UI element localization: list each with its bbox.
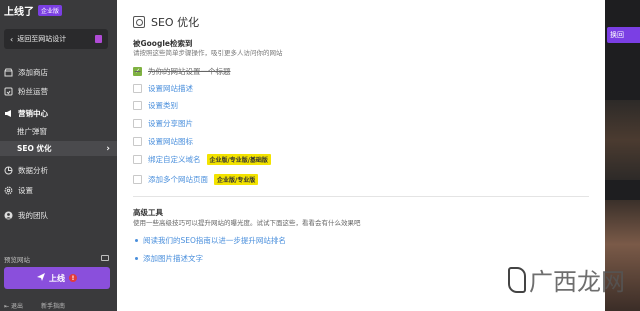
- sidebar-item-add-store[interactable]: 添加商店: [0, 64, 117, 80]
- watermark-text: 广西龙网: [529, 268, 625, 296]
- sidebar: 上线了 企业版 ‹ 返回至网站设计 添加商店 粉丝运营 营销中心 推广弹窗 SE…: [0, 0, 117, 311]
- back-to-design-button[interactable]: ‹ 返回至网站设计: [4, 29, 108, 49]
- send-icon: [37, 273, 45, 283]
- warning-icon: !: [69, 274, 77, 282]
- task-item[interactable]: 设置类别: [133, 99, 178, 111]
- checkbox[interactable]: [133, 154, 142, 164]
- preview-image: [605, 100, 640, 180]
- watermark: 广西龙网: [508, 262, 625, 297]
- task-label: 设置网站图标: [148, 136, 193, 146]
- publish-label: 上线: [49, 273, 65, 283]
- task-item[interactable]: 绑定自定义域名 企业版/专业版/基础版: [133, 153, 271, 165]
- image-alt-text-link[interactable]: 添加图片描述文字: [135, 253, 203, 264]
- seo-guide-link[interactable]: 阅读我们的SEO指南以进一步提升网站排名: [135, 235, 286, 246]
- store-icon: [4, 68, 13, 77]
- plan-badge: 企业版/专业版: [214, 173, 259, 185]
- sidebar-item-marketing[interactable]: 营销中心: [0, 105, 117, 121]
- preview-label: 预览网站: [4, 256, 30, 264]
- task-item[interactable]: ✓ 为你的网站设置一个标题: [133, 65, 231, 77]
- task-item[interactable]: 设置网站描述: [133, 82, 193, 94]
- preview-site-link[interactable]: 预览网站: [4, 254, 30, 264]
- checkbox[interactable]: [133, 118, 142, 128]
- chart-icon: [4, 166, 13, 175]
- bullet-icon: [135, 257, 138, 260]
- section-description: 请按照这些简单步骤操作，吸引更多人访问你的网站: [133, 49, 283, 57]
- back-label: 返回至网站设计: [17, 35, 67, 43]
- sidebar-item-analytics[interactable]: 数据分析: [0, 162, 117, 178]
- link-label: 添加图片描述文字: [143, 254, 203, 263]
- panel-header: SEO 优化: [133, 14, 199, 30]
- logo-text: 上线了: [4, 7, 34, 18]
- advanced-tools-description: 使用一些高级技巧可以提升网站的曝光度。试试下面这些，看看会有什么效果吧: [133, 219, 361, 227]
- checkbox[interactable]: [133, 136, 142, 146]
- sidebar-item-label: 添加商店: [18, 67, 48, 77]
- sidebar-item-label: SEO 优化: [17, 144, 52, 153]
- bullet-icon: [135, 239, 138, 242]
- sidebar-footer: ⇤ 退出 新手指南: [4, 301, 65, 310]
- plan-badge: 企业版/专业版/基础版: [206, 153, 271, 165]
- sidebar-item-label: 粉丝运营: [18, 86, 48, 96]
- checkbox[interactable]: [133, 83, 142, 93]
- task-item[interactable]: 添加多个网站页面 企业版/专业版: [133, 173, 259, 185]
- task-item[interactable]: 设置网站图标: [133, 135, 193, 147]
- watermark-logo-icon: [508, 266, 526, 293]
- sidebar-item-label: 设置: [18, 185, 33, 195]
- preview-switch-button: 换回: [607, 27, 640, 43]
- sidebar-item-fans[interactable]: 粉丝运营: [0, 83, 117, 99]
- task-label: 为你的网站设置一个标题: [148, 66, 231, 76]
- sidebar-item-team[interactable]: 我的团队: [0, 207, 117, 223]
- link-label: 阅读我们的SEO指南以进一步提升网站排名: [143, 236, 286, 245]
- fans-icon: [4, 87, 13, 96]
- task-label: 设置网站描述: [148, 83, 193, 93]
- chevron-left-icon: ‹: [10, 34, 14, 44]
- task-item[interactable]: 设置分享图片: [133, 117, 193, 129]
- exit-label: 退出: [10, 303, 23, 310]
- sidebar-subitem-popup[interactable]: 推广弹窗: [0, 124, 117, 139]
- logo[interactable]: 上线了 企业版: [4, 3, 63, 18]
- checkbox[interactable]: [133, 100, 142, 110]
- team-icon: [4, 211, 13, 220]
- monitor-icon[interactable]: [101, 255, 109, 261]
- bookmark-icon: [95, 35, 102, 43]
- preview-switch-label: 换回: [610, 31, 624, 39]
- checkbox[interactable]: ✓: [133, 66, 142, 76]
- megaphone-icon: [4, 109, 13, 118]
- exit-link[interactable]: ⇤ 退出: [4, 301, 23, 310]
- gear-icon: [4, 186, 13, 195]
- guide-link[interactable]: 新手指南: [41, 301, 65, 310]
- edition-badge: 企业版: [38, 5, 63, 16]
- task-label: 设置类别: [148, 100, 178, 110]
- task-label: 添加多个网站页面: [148, 174, 208, 184]
- task-label: 设置分享图片: [148, 118, 193, 128]
- chevron-right-icon: ›: [106, 143, 110, 154]
- task-label: 绑定自定义域名: [148, 154, 201, 164]
- divider: [133, 196, 589, 197]
- page-title: SEO 优化: [151, 16, 200, 29]
- sidebar-item-label: 我的团队: [18, 210, 48, 220]
- exit-icon: ⇤: [4, 303, 10, 310]
- sidebar-item-label: 数据分析: [18, 165, 48, 175]
- publish-button[interactable]: 上线 !: [4, 267, 110, 289]
- sidebar-item-label: 推广弹窗: [17, 127, 47, 136]
- seo-icon: [133, 16, 145, 28]
- sidebar-subitem-seo[interactable]: SEO 优化 ›: [0, 141, 117, 156]
- checkbox[interactable]: [133, 174, 142, 184]
- sidebar-item-label: 营销中心: [18, 108, 48, 118]
- sidebar-item-settings[interactable]: 设置: [0, 182, 117, 198]
